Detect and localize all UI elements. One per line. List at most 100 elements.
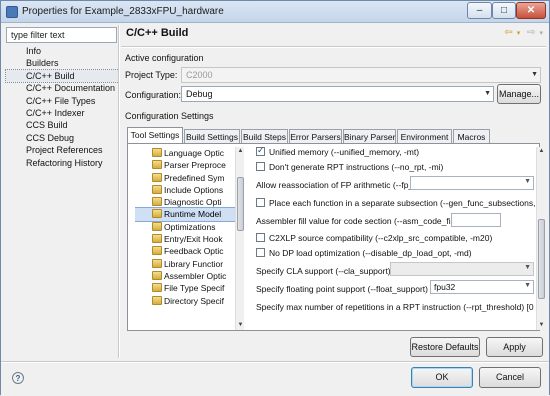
- tree-item[interactable]: Feedback Optic: [135, 245, 235, 257]
- tree-item-label: Library Functior: [164, 258, 224, 269]
- folder-icon: [152, 209, 162, 219]
- app-icon: [6, 6, 18, 18]
- folder-icon: [152, 234, 162, 244]
- disable-dp-load-opt-label: No DP load optimization (--disable_dp_lo…: [269, 248, 472, 258]
- tree-item[interactable]: Language Optic: [135, 147, 235, 159]
- title-separator: [121, 46, 546, 48]
- unified-memory-checkbox[interactable]: [256, 147, 265, 156]
- close-button[interactable]: ✕: [516, 2, 546, 19]
- tree-item[interactable]: Assembler Optic: [135, 270, 235, 282]
- folder-icon: [152, 246, 162, 256]
- tree-item-selected[interactable]: Runtime Model: [135, 207, 235, 222]
- tree-item-label: Diagnostic Opti: [164, 197, 222, 208]
- tab-build-steps[interactable]: Build Steps: [241, 129, 288, 144]
- tree-item[interactable]: Library Functior: [135, 258, 235, 270]
- fp-reassoc-select[interactable]: ▼: [410, 176, 534, 190]
- minimize-button[interactable]: –: [467, 2, 492, 19]
- project-type-label: Project Type:: [125, 70, 178, 80]
- nav-item-cpp-indexer[interactable]: C/C++ Indexer: [6, 107, 119, 119]
- arrow-right-icon[interactable]: ⇨: [527, 27, 535, 38]
- nav-list: Info Builders C/C++ Build C/C++ Document…: [5, 45, 120, 169]
- float-support-value: fpu32: [434, 282, 456, 292]
- chevron-down-icon[interactable]: ▾: [539, 30, 543, 37]
- chevron-down-icon: ▼: [484, 90, 491, 97]
- tab-build-settings[interactable]: Build Settings: [184, 129, 240, 144]
- restore-defaults-button[interactable]: Restore Defaults: [410, 337, 480, 357]
- help-icon[interactable]: ?: [12, 372, 24, 384]
- nav-item-builders[interactable]: Builders: [6, 57, 119, 69]
- tree-item[interactable]: Predefined Sym: [135, 172, 235, 184]
- scroll-up-icon[interactable]: ▲: [236, 147, 245, 156]
- tool-tree: Language Optic Parser Preproce Predefine…: [135, 147, 235, 330]
- float-support-label: Specify floating point support (--float_…: [256, 284, 428, 294]
- nav-item-cpp-documentation[interactable]: C/C++ Documentation: [6, 82, 119, 94]
- folder-icon: [152, 258, 162, 268]
- tree-item[interactable]: Optimizations: [135, 221, 235, 233]
- filter-input[interactable]: type filter text: [6, 27, 117, 43]
- scroll-thumb[interactable]: [237, 177, 244, 231]
- tree-item[interactable]: Parser Preproce: [135, 159, 235, 171]
- c2xlp-checkbox[interactable]: [256, 233, 265, 242]
- nav-item-ccs-debug[interactable]: CCS Debug: [6, 132, 119, 144]
- tree-item[interactable]: Entry/Exit Hook: [135, 233, 235, 245]
- gen-func-subsections-label: Place each function in a separate subsec…: [269, 198, 536, 208]
- tab-environment[interactable]: Environment: [397, 129, 452, 144]
- folder-icon: [152, 270, 162, 280]
- tree-item-label: File Type Specif: [164, 283, 225, 294]
- nav-item-refactoring-history[interactable]: Refactoring History: [6, 157, 119, 169]
- unified-memory-label: Unified memory (--unified_memory, -mt): [269, 147, 420, 157]
- config-settings-heading: Configuration Settings: [125, 111, 214, 121]
- folder-icon: [152, 184, 162, 194]
- cancel-button[interactable]: Cancel: [479, 367, 541, 388]
- asm-code-fill-input[interactable]: [451, 213, 501, 227]
- c2xlp-label: C2XLP source compatibility (--c2xlp_src_…: [269, 233, 493, 243]
- manage-button[interactable]: Manage...: [497, 84, 541, 104]
- tab-error-parsers[interactable]: Error Parsers: [289, 129, 342, 144]
- asm-code-fill-label: Assembler fill value for code section (-…: [256, 216, 458, 226]
- tree-item-label: Language Optic: [164, 148, 225, 158]
- arrow-left-icon[interactable]: ⇦: [504, 27, 512, 38]
- configuration-select[interactable]: Debug ▼: [181, 86, 494, 102]
- folder-icon: [152, 172, 162, 182]
- sash-divider[interactable]: [118, 25, 120, 358]
- page-title: C/C++ Build: [126, 27, 189, 39]
- rpt-threshold-label: Specify max number of repetitions in a R…: [256, 302, 534, 312]
- scroll-up-icon[interactable]: ▲: [537, 147, 546, 156]
- apply-button[interactable]: Apply: [486, 337, 543, 357]
- folder-icon: [152, 160, 162, 170]
- options-scrollbar[interactable]: ▲ ▼: [536, 147, 545, 330]
- project-type-select: C2000 ▼: [181, 67, 541, 83]
- nav-item-cpp-build[interactable]: C/C++ Build: [5, 68, 120, 84]
- tree-item-label: Feedback Optic: [164, 246, 224, 257]
- scroll-thumb[interactable]: [538, 219, 545, 299]
- tab-macros[interactable]: Macros: [453, 129, 490, 144]
- no-rpt-checkbox[interactable]: [256, 162, 265, 171]
- chevron-down-icon[interactable]: ▾: [517, 30, 521, 37]
- ok-button[interactable]: OK: [411, 367, 473, 388]
- window-title: Properties for Example_2833xFPU_hardware: [22, 6, 224, 17]
- tree-item[interactable]: Diagnostic Opti: [135, 196, 235, 208]
- tree-item[interactable]: File Type Specif: [135, 282, 235, 294]
- maximize-button[interactable]: □: [492, 2, 516, 19]
- scroll-down-icon[interactable]: ▼: [537, 321, 546, 330]
- nav-item-project-references[interactable]: Project References: [6, 144, 119, 156]
- tree-item-label: Directory Specif: [164, 295, 224, 306]
- nav-item-info[interactable]: Info: [6, 45, 119, 57]
- tree-item[interactable]: Include Options: [135, 184, 235, 196]
- folder-icon: [152, 295, 162, 305]
- scroll-down-icon[interactable]: ▼: [236, 321, 245, 330]
- nav-item-cpp-file-types[interactable]: C/C++ File Types: [6, 95, 119, 107]
- cla-support-select[interactable]: ▼: [390, 262, 534, 276]
- configuration-label: Configuration:: [125, 90, 182, 100]
- float-support-select[interactable]: fpu32 ▼: [430, 280, 534, 294]
- tree-scrollbar[interactable]: ▲ ▼: [235, 147, 244, 330]
- cla-support-label: Specify CLA support (--cla_support): [256, 266, 391, 276]
- gen-func-subsections-checkbox[interactable]: [256, 198, 265, 207]
- tree-item[interactable]: Directory Specif: [135, 295, 235, 307]
- tab-binary-parser[interactable]: Binary Parser: [343, 129, 396, 144]
- no-rpt-label: Don't generate RPT instructions (--no_rp…: [269, 162, 444, 172]
- folder-icon: [152, 197, 162, 207]
- nav-item-ccs-build[interactable]: CCS Build: [6, 119, 119, 131]
- bottom-separator: [1, 361, 549, 363]
- disable-dp-load-opt-checkbox[interactable]: [256, 248, 265, 257]
